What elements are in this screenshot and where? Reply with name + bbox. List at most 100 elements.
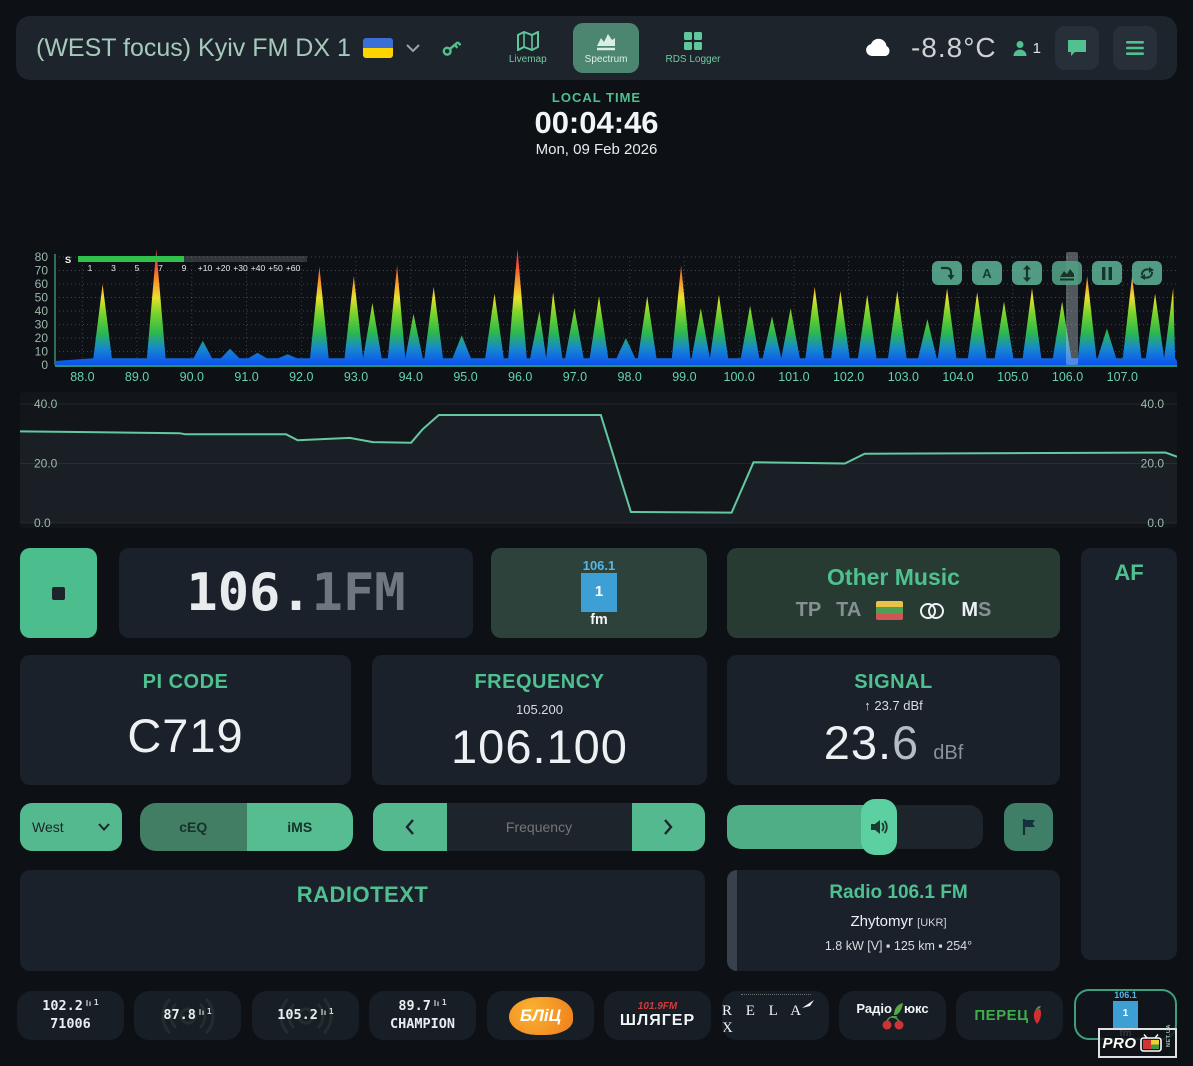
frequency-title: FREQUENCY — [372, 671, 707, 694]
frequency-display-sub: 1FM — [312, 563, 406, 623]
svg-text:88.0: 88.0 — [70, 370, 94, 384]
refresh-button[interactable] — [1132, 261, 1162, 285]
report-flag-button[interactable] — [1004, 803, 1053, 851]
svg-text:10: 10 — [35, 345, 49, 359]
scan-down-button[interactable] — [932, 261, 962, 285]
preset-105-2[interactable]: 105.21 — [252, 991, 359, 1040]
graph-style-button[interactable] — [1052, 261, 1082, 285]
chevron-left-icon — [405, 819, 415, 835]
frequency-down-button[interactable] — [373, 803, 447, 851]
station-country: [UKR] — [917, 917, 946, 929]
svg-text:+20: +20 — [216, 263, 231, 273]
svg-text:20.0: 20.0 — [1141, 457, 1165, 471]
ukraine-flag-icon — [363, 38, 393, 58]
af-title: AF — [1081, 560, 1177, 586]
signal-area — [20, 415, 1177, 523]
frequency-display-main: 106. — [186, 563, 311, 623]
svg-text:89.0: 89.0 — [125, 370, 149, 384]
frequency-input[interactable] — [447, 803, 632, 851]
frequency-value: 106.100 — [372, 719, 707, 774]
tab-rds-logger[interactable]: RDS Logger — [653, 23, 732, 73]
tv-icon — [1140, 1034, 1162, 1052]
pty-label: Other Music — [827, 564, 960, 591]
svg-text:92.0: 92.0 — [289, 370, 313, 384]
ims-button[interactable]: iMS — [247, 803, 354, 851]
ms-flag: MS — [961, 599, 991, 622]
pi-code-card: PI CODE C719 — [20, 655, 351, 785]
pty-flags-card: Other Music TP TA MS — [727, 548, 1060, 638]
fm-dx-app: (WEST focus) Kyiv FM DX 1 Livemap Spec — [0, 0, 1193, 1066]
preset-champion[interactable]: 89.71 CHAMPION — [369, 991, 476, 1040]
tp-flag: TP — [796, 599, 822, 622]
arrow-up-icon: ↑ — [864, 698, 871, 713]
preset-87-8[interactable]: 87.81 — [134, 991, 241, 1040]
preset-shlyager[interactable]: 101.9FM ШЛЯГЕР — [604, 991, 711, 1040]
svg-text:103.0: 103.0 — [888, 370, 919, 384]
hamburger-icon — [1125, 40, 1145, 56]
ceq-button[interactable]: cEQ — [140, 803, 247, 851]
top-tabs: Livemap Spectrum RDS Logger — [497, 23, 733, 73]
preset-perec[interactable]: ПЕРЕЦ — [956, 991, 1063, 1040]
volume-fill — [727, 805, 877, 849]
svg-text:+40: +40 — [251, 263, 266, 273]
volume-thumb[interactable] — [861, 799, 897, 855]
chat-button[interactable] — [1055, 26, 1099, 70]
antenna-icon — [433, 999, 442, 1007]
svg-text:106.0: 106.0 — [1052, 370, 1083, 384]
tab-rds-logger-label: RDS Logger — [665, 54, 720, 65]
tab-livemap[interactable]: Livemap — [497, 23, 559, 73]
cherries-icon — [878, 1016, 908, 1030]
rds-flags: TP TA MS — [796, 599, 992, 622]
server-title[interactable]: (WEST focus) Kyiv FM DX 1 — [36, 34, 351, 63]
svg-text:0.0: 0.0 — [1147, 516, 1164, 528]
grid-icon — [683, 31, 703, 51]
svg-text:95.0: 95.0 — [453, 370, 477, 384]
preset-102-2[interactable]: 102.21 71006 — [17, 991, 124, 1040]
svg-text:+60: +60 — [286, 263, 301, 273]
key-icon[interactable] — [439, 36, 463, 60]
chevron-down-icon — [98, 823, 110, 831]
stop-playback-button[interactable] — [20, 548, 97, 638]
svg-text:101.0: 101.0 — [778, 370, 809, 384]
preset-radio-lux[interactable]: Радіо юкс — [839, 991, 946, 1040]
svg-text:S: S — [65, 255, 71, 266]
perec-logo: ПЕРЕЦ — [974, 1005, 1044, 1027]
spectrum-chart-icon — [595, 31, 617, 51]
af-list-panel: AF — [1081, 548, 1177, 960]
antenna-select[interactable]: West — [20, 803, 122, 851]
chevron-right-icon — [663, 819, 673, 835]
frequency-display: 106.1FM — [119, 548, 473, 638]
frequency-up-button[interactable] — [632, 803, 706, 851]
tab-spectrum-label: Spectrum — [585, 54, 628, 65]
chat-icon — [1066, 38, 1088, 58]
svg-text:40.0: 40.0 — [1141, 397, 1165, 411]
station-logo-card: 106.1 1 fm — [491, 548, 707, 638]
volume-slider[interactable] — [727, 805, 983, 849]
tab-spectrum[interactable]: Spectrum — [573, 23, 640, 73]
local-clock: LOCAL TIME 00:04:46 Mon, 09 Feb 2026 — [0, 90, 1193, 158]
svg-text:1: 1 — [88, 263, 93, 273]
stop-icon — [52, 587, 65, 600]
signal-card: SIGNAL ↑ 23.7 dBf 23.6 dBf — [727, 655, 1060, 785]
scrollbar[interactable] — [727, 870, 737, 971]
signal-value: 23.6 dBf — [727, 715, 1060, 770]
users-count: 1 — [1033, 40, 1041, 57]
preset-relax[interactable]: R E L A X — [722, 991, 829, 1040]
menu-button[interactable] — [1113, 26, 1157, 70]
svg-text:100.0: 100.0 — [724, 370, 755, 384]
svg-text:90.0: 90.0 — [180, 370, 204, 384]
signal-peak: ↑ 23.7 dBf — [727, 698, 1060, 713]
antenna-icon — [320, 1008, 329, 1016]
chevron-down-icon[interactable] — [405, 43, 421, 53]
pause-button[interactable] — [1092, 261, 1122, 285]
vertical-scale-button[interactable] — [1012, 261, 1042, 285]
pepper-icon — [1029, 1005, 1045, 1027]
frequency-secondary: 105.200 — [372, 702, 707, 717]
frequency-card: FREQUENCY 105.200 106.100 — [372, 655, 707, 785]
svg-text:30: 30 — [35, 318, 49, 332]
preset-blitz[interactable]: БЛіЦ — [487, 991, 594, 1040]
station-info-card: Radio 106.1 FM Zhytomyr [UKR] 1.8 kW [V]… — [727, 870, 1060, 971]
radiotext-card: RADIOTEXT — [20, 870, 705, 971]
auto-mode-button[interactable]: A — [972, 261, 1002, 285]
svg-text:20: 20 — [35, 331, 49, 345]
